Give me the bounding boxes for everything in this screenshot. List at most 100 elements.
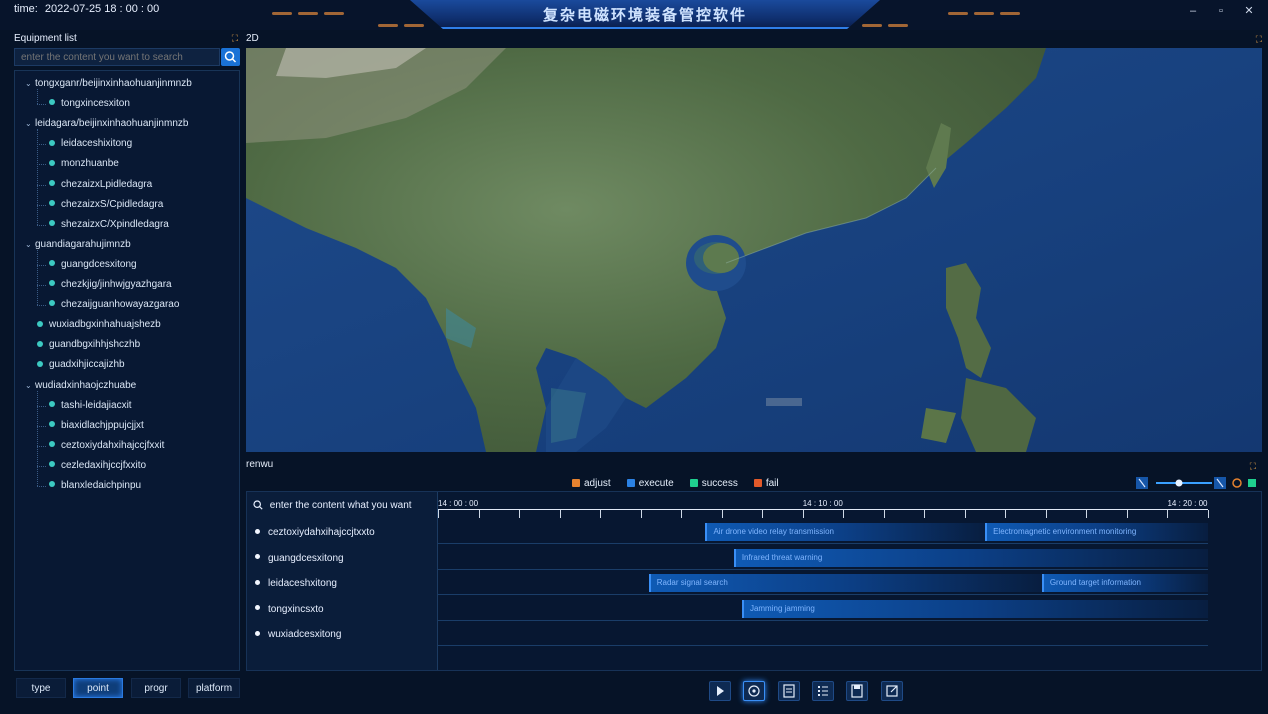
tree-leaf[interactable]: guangdcesxitong: [49, 256, 137, 274]
axis-tick: [924, 510, 926, 518]
tree-leaf[interactable]: tongxincesxiton: [49, 95, 130, 113]
tree-connector: [37, 104, 46, 106]
timeline-title: renwu: [246, 459, 274, 470]
timeline-row-label[interactable]: tongxincsxto: [255, 604, 324, 615]
task-bar[interactable]: Ground target information: [1041, 574, 1208, 592]
tree-leaf[interactable]: chezaizxS/Cpidledagra: [49, 196, 163, 214]
tree-leaf[interactable]: wuxiadbgxinhahuajshezb: [37, 316, 161, 334]
tree-group[interactable]: ⌄ wudiadxinhaojczhuabe: [25, 377, 136, 395]
close-button[interactable]: ✕: [1238, 2, 1260, 20]
chevron-down-icon[interactable]: ⌄: [25, 236, 34, 254]
tree-group[interactable]: ⌄ guandiagarahujimnzb: [25, 236, 131, 254]
tree-group[interactable]: ⌄ leidagara/beijinxinhaohuanjinmnzb: [25, 115, 188, 133]
tree-connector: [37, 204, 46, 206]
tree-leaf[interactable]: chezkjig/jinhwjgyazhgara: [49, 276, 172, 294]
tree-item-label: chezaijguanhowayazgarao: [61, 299, 180, 311]
tree-leaf[interactable]: biaxidlachjppujcjjxt: [49, 417, 144, 435]
tree-item-label: cezledaxihjccjfxxito: [61, 459, 147, 471]
tree-item-label: tashi-leidajiacxit: [61, 399, 132, 411]
zoom-slider-handle[interactable]: [1175, 479, 1183, 487]
status-dot-icon: [37, 360, 43, 367]
tree-leaf[interactable]: chezaijguanhowayazgarao: [49, 296, 179, 314]
tree-leaf[interactable]: guandbgxihhjshczhb: [37, 336, 140, 354]
refresh-icon[interactable]: [1232, 478, 1242, 488]
chevron-down-icon[interactable]: ⌄: [25, 75, 34, 93]
save-button[interactable]: [846, 681, 868, 701]
tree-leaf[interactable]: tashi-leidajiacxit: [49, 397, 132, 415]
tree-leaf[interactable]: shezaizxC/Xpindledagra: [49, 216, 169, 234]
tab-progr[interactable]: progr: [131, 678, 181, 698]
timeline-track: Infrared threat warning: [438, 546, 1208, 570]
timeline-fullscreen-icon[interactable]: ⛶: [1250, 461, 1256, 472]
tree-connector: [37, 486, 46, 487]
equipment-search-input[interactable]: [14, 48, 220, 66]
timeline-row-label[interactable]: wuxiadcesxitong: [255, 629, 341, 640]
timeline-search[interactable]: enter the content what you want: [253, 500, 412, 511]
timeline-track: [438, 622, 1208, 646]
tab-point[interactable]: point: [73, 678, 123, 698]
task-bar[interactable]: Electromagnetic environment monitoring: [985, 523, 1208, 541]
search-icon: [253, 500, 263, 510]
task-bar[interactable]: Infrared threat warning: [733, 548, 1208, 567]
axis-tick: [1086, 510, 1088, 518]
zoom-in-icon[interactable]: [1214, 477, 1226, 489]
title-decoration-left: [272, 12, 344, 16]
tree-leaf[interactable]: leidaceshixitong: [49, 135, 132, 153]
tree-leaf[interactable]: ceztoxiydahxihajccjfxxit: [49, 437, 164, 455]
status-icon[interactable]: [1248, 479, 1256, 487]
tree-leaf[interactable]: monzhuanbe: [49, 155, 119, 173]
timeline-row-label[interactable]: guangdcesxitong: [255, 553, 344, 564]
list-button[interactable]: [812, 681, 834, 701]
legend-swatch: [626, 479, 635, 487]
timeline-row-name: wuxiadcesxitong: [268, 629, 342, 640]
target-button[interactable]: [743, 681, 765, 701]
zoom-out-icon[interactable]: [1136, 477, 1148, 489]
chevron-down-icon[interactable]: ⌄: [25, 115, 34, 133]
legend-swatch: [689, 479, 698, 487]
task-bar[interactable]: Air drone video relay transmission: [705, 523, 986, 541]
tab-type[interactable]: type: [16, 678, 66, 698]
tree-group[interactable]: ⌄ tongxganr/beijinxinhaohuanjinmnzb: [25, 75, 192, 93]
maximize-button[interactable]: ▫: [1210, 2, 1232, 20]
status-dot-icon: [49, 300, 55, 307]
tree-connector: [37, 305, 46, 307]
axis-tick: [762, 510, 764, 518]
minimize-button[interactable]: –: [1182, 2, 1204, 20]
axis-tick: [802, 510, 804, 518]
map-mode-label[interactable]: 2D: [246, 33, 259, 44]
tree-item-label: wudiadxinhaojczhuabe: [35, 379, 137, 391]
chevron-down-icon[interactable]: ⌄: [25, 377, 34, 395]
play-button[interactable]: [709, 681, 731, 701]
timeline-row-label[interactable]: ceztoxiydahxihajccjtxxto: [255, 527, 375, 538]
tree-connector: [37, 164, 46, 166]
status-dot-icon: [49, 421, 55, 428]
equipment-panel: Equipment list ⛶ ⌄tongxganr/beijinxinhao…: [14, 30, 240, 671]
list-icon: [818, 686, 828, 696]
current-time: time: 2022-07-25 18 : 00 : 00: [14, 3, 159, 15]
status-dot-icon: [37, 340, 43, 347]
title-bar: time: 2022-07-25 18 : 00 : 00 复杂电磁环境装备管控…: [0, 0, 1268, 30]
tree-leaf[interactable]: chezaizxLpidledagra: [49, 176, 152, 194]
tab-platform[interactable]: platform: [188, 678, 240, 698]
tree-leaf[interactable]: blanxledaichpinpu: [49, 477, 141, 495]
legend-label: adjust: [584, 477, 611, 489]
task-bar[interactable]: Jamming jamming: [741, 599, 1208, 618]
bullet-icon: [255, 579, 260, 585]
title-decoration-right-lower: [862, 24, 908, 28]
task-bar[interactable]: Radar signal search: [648, 574, 1042, 592]
tree-leaf[interactable]: guadxihjiccajizhb: [37, 356, 125, 374]
fullscreen-icon[interactable]: ⛶: [232, 33, 238, 44]
tree-item-label: leidagara/beijinxinhaohuanjinmnzb: [35, 118, 189, 130]
export-button[interactable]: [881, 681, 903, 701]
tree-leaf[interactable]: cezledaxihjccjfxxito: [49, 457, 146, 475]
axis-tick: [1045, 510, 1047, 518]
search-button[interactable]: [221, 48, 240, 66]
tree-item-label: chezaizxS/Cpidledagra: [61, 198, 164, 210]
status-dot-icon: [49, 461, 55, 468]
satellite-map[interactable]: [246, 48, 1262, 452]
timeline-tools: [1136, 476, 1262, 490]
report-button[interactable]: [778, 681, 800, 701]
timeline-row-label[interactable]: leidaceshxitong: [255, 578, 337, 589]
map-fullscreen-icon[interactable]: ⛶: [1256, 34, 1262, 45]
window-controls: – ▫ ✕: [1182, 2, 1260, 20]
